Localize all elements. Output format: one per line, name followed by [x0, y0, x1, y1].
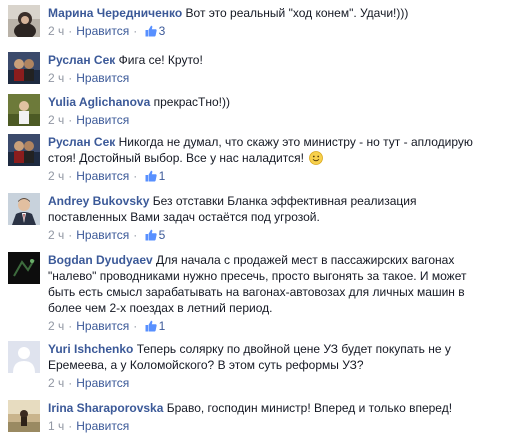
- comment-time[interactable]: 2 ч: [48, 169, 64, 183]
- comment-author[interactable]: Руслан Сек: [48, 135, 115, 149]
- comment-time[interactable]: 2 ч: [48, 228, 64, 242]
- comment-author[interactable]: Руслан Сек: [48, 53, 115, 67]
- comment-text: Вот это реальный "ход конем". Удачи!))): [185, 6, 409, 20]
- thumbs-up-icon: [145, 170, 157, 182]
- smile-emoji-icon: [309, 151, 324, 165]
- avatar[interactable]: [8, 5, 40, 37]
- avatar[interactable]: [8, 341, 40, 373]
- like-button[interactable]: Нравится: [76, 319, 129, 333]
- avatar[interactable]: [8, 94, 40, 126]
- comment-author[interactable]: Марина Чередниченко: [48, 6, 182, 20]
- comment-author[interactable]: Yuri Ishchenko: [48, 342, 133, 356]
- avatar[interactable]: [8, 252, 40, 284]
- comment-time[interactable]: 2 ч: [48, 376, 64, 390]
- thumbs-up-icon: [145, 25, 157, 37]
- avatar[interactable]: [8, 193, 40, 225]
- comment-author[interactable]: Bogdan Dyudyaev: [48, 253, 153, 267]
- like-count[interactable]: 5: [141, 228, 165, 242]
- like-button[interactable]: Нравится: [76, 169, 129, 183]
- comment-time[interactable]: 2 ч: [48, 319, 64, 333]
- like-button[interactable]: Нравится: [76, 228, 129, 242]
- comment-meta: 2 ч · Нравится · 5: [48, 228, 166, 242]
- comment-author[interactable]: Andrey Bukovsky: [48, 194, 149, 208]
- like-count[interactable]: 1: [141, 319, 165, 333]
- comment-text: прекрасТно!)): [153, 95, 231, 109]
- comments-list: Марина Чередниченко Вот это реальный "хо…: [0, 0, 505, 438]
- thumbs-up-icon: [145, 229, 157, 241]
- comment-text: Фига се! Круто!: [118, 53, 203, 67]
- comment-meta: 2 ч · Нравится: [48, 376, 130, 390]
- comment-meta: 1 ч · Нравится: [48, 419, 130, 433]
- like-button[interactable]: Нравится: [76, 419, 129, 433]
- like-count[interactable]: 1: [141, 169, 165, 183]
- comment-time[interactable]: 2 ч: [48, 24, 64, 38]
- comment-author[interactable]: Irina Sharaporovska: [48, 401, 163, 415]
- comment-meta: 2 ч · Нравится · 1: [48, 169, 166, 183]
- like-button[interactable]: Нравится: [76, 24, 129, 38]
- comment-time[interactable]: 2 ч: [48, 71, 64, 85]
- like-button[interactable]: Нравится: [76, 71, 129, 85]
- like-button[interactable]: Нравится: [76, 113, 129, 127]
- like-count[interactable]: 3: [141, 24, 165, 38]
- comment-meta: 2 ч · Нравится: [48, 113, 130, 127]
- comment-meta: 2 ч · Нравится · 1: [48, 319, 166, 333]
- avatar[interactable]: [8, 400, 40, 432]
- comment-time[interactable]: 1 ч: [48, 419, 64, 433]
- avatar[interactable]: [8, 134, 40, 166]
- comment-author[interactable]: Yulia Aglichanova: [48, 95, 150, 109]
- avatar[interactable]: [8, 52, 40, 84]
- like-button[interactable]: Нравится: [76, 376, 129, 390]
- comment-text: Браво, господин министр! Вперед и только…: [166, 401, 453, 415]
- comment-meta: 2 ч · Нравится · 3: [48, 24, 166, 38]
- comment-meta: 2 ч · Нравится: [48, 71, 130, 85]
- thumbs-up-icon: [145, 320, 157, 332]
- comment-time[interactable]: 2 ч: [48, 113, 64, 127]
